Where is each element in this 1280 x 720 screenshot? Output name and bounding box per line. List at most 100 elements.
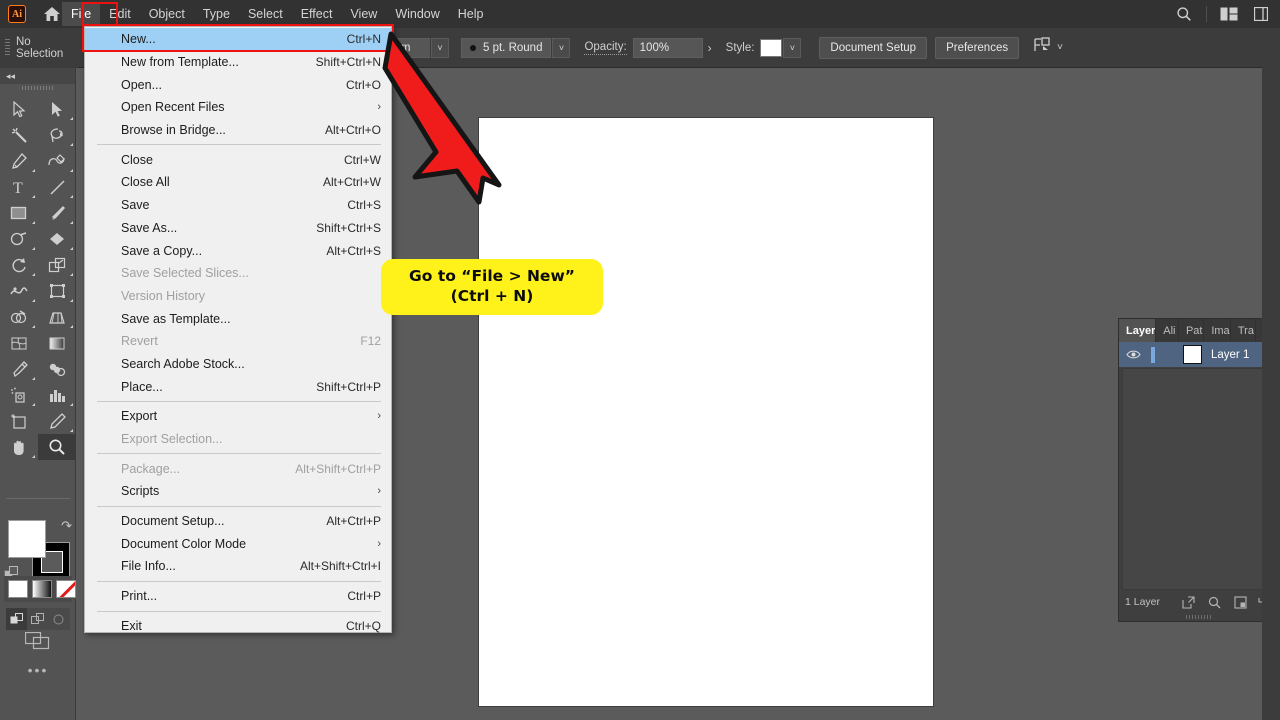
change-screen-mode-icon[interactable] <box>0 628 76 654</box>
align-to-pixel-grid-icon[interactable] <box>1033 37 1051 58</box>
menu-type[interactable]: Type <box>194 2 239 26</box>
fill-swatch[interactable] <box>8 520 46 558</box>
workspace-switcher-icon[interactable] <box>1246 0 1276 28</box>
locate-object-icon[interactable] <box>1175 596 1201 609</box>
layers-list-body[interactable] <box>1122 368 1276 590</box>
new-sublayer-icon[interactable] <box>1227 596 1253 609</box>
menu-item-open[interactable]: Open...Ctrl+O <box>85 73 391 96</box>
menu-effect[interactable]: Effect <box>292 2 342 26</box>
color-mode-button[interactable] <box>8 580 28 598</box>
menu-item-exit[interactable]: ExitCtrl+Q <box>85 615 391 638</box>
mesh-tool[interactable] <box>0 330 38 356</box>
align-caret[interactable]: ˅ <box>1057 42 1063 53</box>
collapse-panel-icon[interactable]: ◂◂ <box>6 71 15 82</box>
layer-visibility-icon[interactable] <box>1119 349 1147 360</box>
tools-panel-header[interactable]: ◂◂ <box>0 68 75 84</box>
brush-definition-value[interactable]: 5 pt. Round <box>461 38 551 58</box>
artboard[interactable] <box>478 117 934 707</box>
menu-item-document-color-mode[interactable]: Document Color Mode› <box>85 532 391 555</box>
gradient-mode-button[interactable] <box>32 580 52 598</box>
menu-item-browse-in-bridge[interactable]: Browse in Bridge...Alt+Ctrl+O <box>85 119 391 142</box>
none-mode-button[interactable] <box>56 580 76 598</box>
draw-behind-mode-button[interactable] <box>27 608 48 630</box>
layer-thumbnail[interactable] <box>1183 345 1202 364</box>
more-tools-icon[interactable]: ••• <box>0 662 76 678</box>
control-bar-grip[interactable] <box>5 39 10 57</box>
menu-item-search-adobe-stock[interactable]: Search Adobe Stock... <box>85 353 391 376</box>
menu-file[interactable]: File <box>62 2 100 26</box>
width-tool[interactable] <box>0 278 38 304</box>
menu-view[interactable]: View <box>341 2 386 26</box>
preferences-button[interactable]: Preferences <box>935 37 1019 59</box>
menu-item-close[interactable]: CloseCtrl+W <box>85 148 391 171</box>
menu-item-print[interactable]: Print...Ctrl+P <box>85 585 391 608</box>
shape-builder-tool[interactable] <box>0 304 38 330</box>
menu-window[interactable]: Window <box>386 2 448 26</box>
draw-inside-mode-button[interactable] <box>48 608 69 630</box>
menu-help[interactable]: Help <box>449 2 493 26</box>
type-tool[interactable]: T <box>0 174 38 200</box>
scale-tool[interactable] <box>38 252 76 278</box>
rectangle-tool[interactable] <box>0 200 38 226</box>
search-layers-icon[interactable] <box>1201 596 1227 609</box>
tab-align[interactable]: Ali <box>1156 319 1179 342</box>
arrange-documents-icon[interactable] <box>1214 0 1244 28</box>
style-caret[interactable]: ˅ <box>783 38 801 58</box>
menu-item-export[interactable]: Export› <box>85 405 391 428</box>
opacity-flyout-icon[interactable]: › <box>708 41 712 55</box>
stroke-profile-value[interactable]: rm <box>390 38 430 58</box>
free-transform-tool[interactable] <box>38 278 76 304</box>
line-segment-tool[interactable] <box>38 174 76 200</box>
slice-tool[interactable] <box>38 408 76 434</box>
swap-fill-stroke-icon[interactable]: ↷ <box>61 518 72 534</box>
menu-item-place[interactable]: Place...Shift+Ctrl+P <box>85 375 391 398</box>
draw-normal-mode-button[interactable] <box>6 608 27 630</box>
menu-item-new[interactable]: New...Ctrl+N <box>85 28 391 51</box>
curvature-tool[interactable] <box>38 148 76 174</box>
eyedropper-tool[interactable] <box>0 356 38 382</box>
menu-item-open-recent-files[interactable]: Open Recent Files› <box>85 96 391 119</box>
hand-tool[interactable] <box>0 434 38 460</box>
opacity-input[interactable]: 100% <box>633 38 703 58</box>
menu-item-document-setup[interactable]: Document Setup...Alt+Ctrl+P <box>85 510 391 533</box>
style-swatch[interactable] <box>760 39 782 57</box>
magic-wand-tool[interactable] <box>0 122 38 148</box>
menu-item-scripts[interactable]: Scripts› <box>85 480 391 503</box>
blend-tool[interactable] <box>38 356 76 382</box>
menu-edit[interactable]: Edit <box>100 2 140 26</box>
tab-pathfinder[interactable]: Pat <box>1179 319 1204 342</box>
layers-panel-resize-grip[interactable] <box>1186 615 1212 619</box>
direct-selection-tool[interactable] <box>38 96 76 122</box>
pen-tool[interactable] <box>0 148 38 174</box>
file-dropdown-menu[interactable]: New...Ctrl+NNew from Template...Shift+Ct… <box>84 26 392 633</box>
tab-layers[interactable]: Layers <box>1119 319 1156 342</box>
shaper-tool[interactable] <box>0 226 38 252</box>
menu-item-file-info[interactable]: File Info...Alt+Shift+Ctrl+I <box>85 555 391 578</box>
menu-item-save[interactable]: SaveCtrl+S <box>85 194 391 217</box>
search-icon[interactable] <box>1169 0 1199 28</box>
table-row[interactable]: Layer 1 <box>1119 342 1279 367</box>
artboard-tool[interactable] <box>0 408 38 434</box>
tab-image-trace[interactable]: Ima <box>1204 319 1231 342</box>
menu-select[interactable]: Select <box>239 2 292 26</box>
perspective-grid-tool[interactable] <box>38 304 76 330</box>
menu-object[interactable]: Object <box>140 2 194 26</box>
lasso-tool[interactable] <box>38 122 76 148</box>
menu-item-new-from-template[interactable]: New from Template...Shift+Ctrl+N <box>85 51 391 74</box>
menu-item-save-as[interactable]: Save As...Shift+Ctrl+S <box>85 217 391 240</box>
tools-panel-grip[interactable] <box>22 86 54 90</box>
document-setup-button[interactable]: Document Setup <box>819 37 927 59</box>
symbol-sprayer-tool[interactable] <box>0 382 38 408</box>
brush-definition-caret[interactable]: ˅ <box>552 38 570 58</box>
home-icon[interactable] <box>42 4 62 24</box>
right-dock-strip[interactable] <box>1262 28 1280 720</box>
paintbrush-tool[interactable] <box>38 200 76 226</box>
stroke-profile-caret[interactable]: ˅ <box>431 38 449 58</box>
eraser-tool[interactable] <box>38 226 76 252</box>
gradient-tool[interactable] <box>38 330 76 356</box>
rotate-tool[interactable] <box>0 252 38 278</box>
menu-item-save-as-template[interactable]: Save as Template... <box>85 307 391 330</box>
selection-tool[interactable] <box>0 96 38 122</box>
zoom-tool[interactable] <box>38 434 76 460</box>
column-graph-tool[interactable] <box>38 382 76 408</box>
